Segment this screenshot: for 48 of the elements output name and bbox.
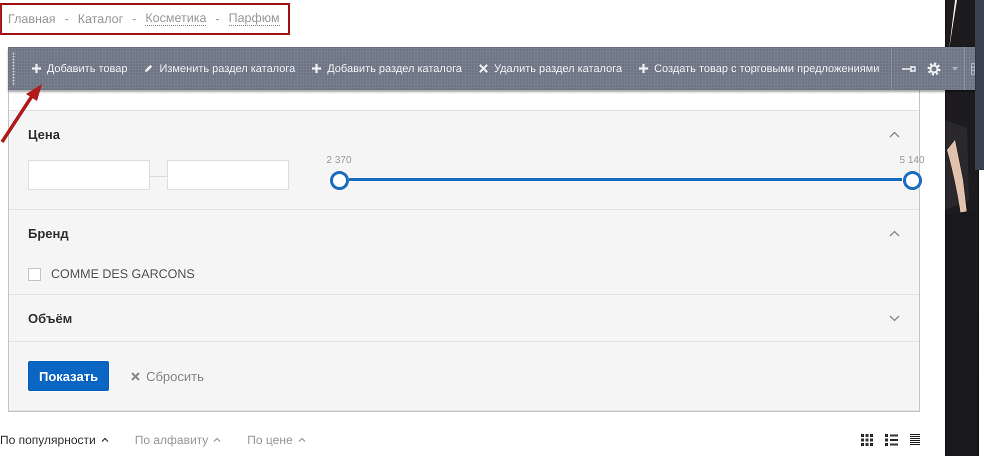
pin-icon[interactable] [902,64,916,72]
breadcrumb-separator: - [215,12,220,26]
chevron-up-icon[interactable] [889,130,900,138]
plus-icon [30,63,42,74]
breadcrumb-separator: - [64,12,69,26]
drag-handle-icon[interactable] [12,52,15,86]
breadcrumb-link[interactable]: Главная [8,12,56,26]
caret-up-icon [100,437,109,442]
toolbar-button[interactable]: Создать товар с торговыми предложениями [630,62,888,74]
sort-option[interactable]: По популярности [0,432,109,446]
breadcrumb-link[interactable]: Каталог [78,12,124,26]
reset-link[interactable]: Сбросить [131,368,204,384]
toolbar-button[interactable]: Изменить раздел каталога [135,62,304,74]
pencil-icon [143,63,154,74]
toolbar-button[interactable]: Добавить раздел каталога [303,62,470,74]
breadcrumb-separator: - [132,12,136,26]
toolbar-button[interactable]: Добавить товар [22,62,136,74]
option-label: COMME DES GARCONS [51,267,195,281]
chevron-down-icon[interactable] [889,314,900,322]
breadcrumb-link[interactable]: Косметика [145,11,206,26]
chevron-up-icon[interactable] [889,230,900,236]
caret-icon[interactable] [952,66,958,70]
sort-option[interactable]: По алфавиту [134,432,222,446]
list-view-icon[interactable] [885,434,898,446]
drag-handle-icon[interactable] [970,60,975,76]
table-view-icon[interactable] [910,434,920,446]
toolbar-button[interactable]: Удалить раздел каталога [470,62,630,74]
close-icon [131,372,140,380]
slider-handle[interactable] [903,171,922,190]
plus-icon [311,63,322,74]
breadcrumb-link[interactable]: Парфюм [228,11,280,26]
caret-up-icon [213,437,222,442]
slider-handle[interactable] [330,171,349,190]
close-icon [478,63,489,74]
slider-value: 2 370 [326,155,352,166]
grid-view-icon[interactable] [861,434,873,446]
min-price-field[interactable] [28,160,150,190]
sort-option[interactable]: По цене [247,432,306,446]
checkbox[interactable] [28,268,41,280]
filter-heading: Объём [28,310,72,326]
plus-icon [638,63,650,74]
max-price-field[interactable] [167,160,289,190]
slider-value: 5 140 [899,155,925,166]
filter-heading: Бренд [28,226,69,240]
show-button[interactable]: Показать [28,361,110,391]
caret-up-icon [298,437,306,442]
settings-icon[interactable] [926,60,942,76]
filter-heading: Цена [28,126,60,142]
